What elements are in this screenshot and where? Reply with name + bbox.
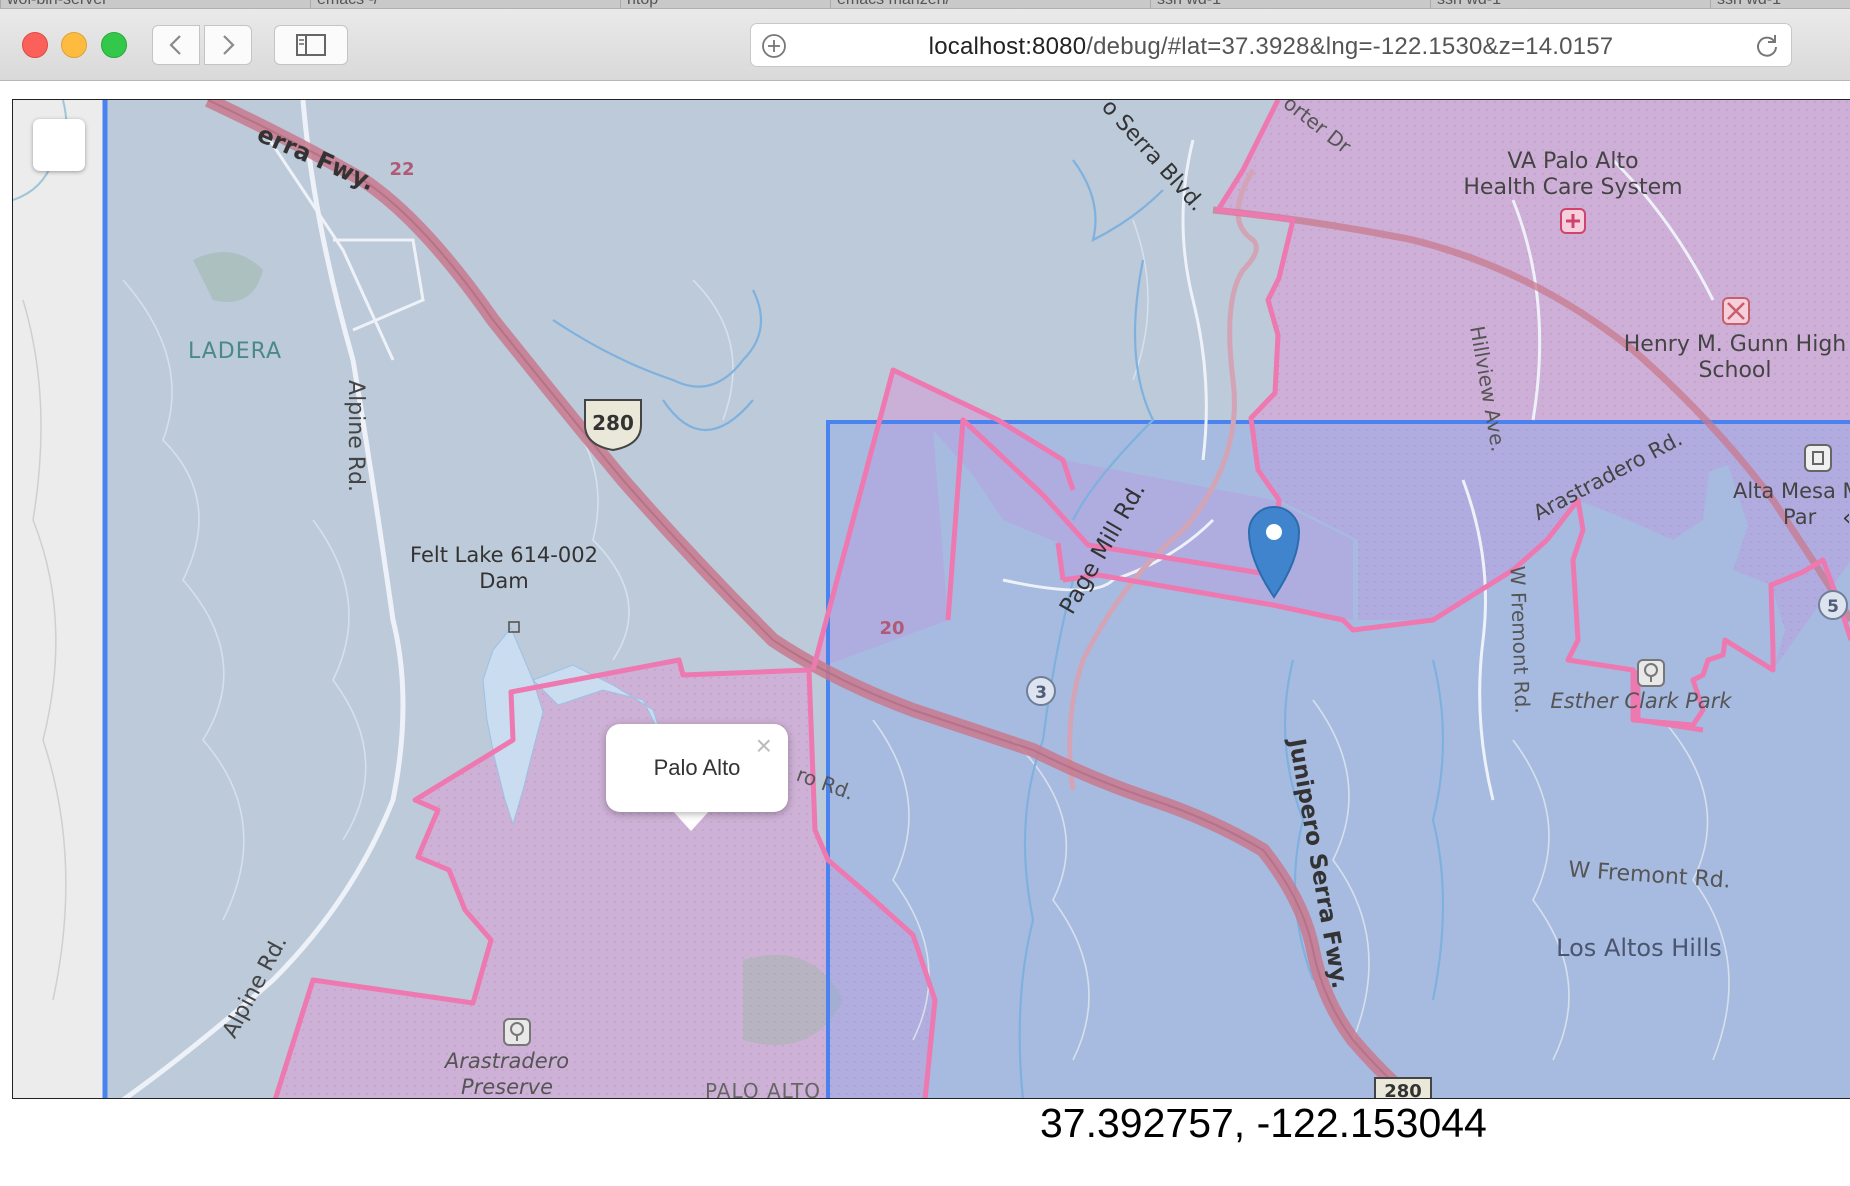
chevron-left-icon bbox=[169, 35, 181, 55]
hospital-icon bbox=[1560, 208, 1586, 234]
map-canvas[interactable]: 280 280 3 5 erra Fwy. 22 LADERA Alpine R… bbox=[13, 100, 1850, 1099]
i280-label-bottom: 280 bbox=[1384, 1081, 1422, 1099]
region-popup[interactable]: Palo Alto × bbox=[606, 724, 788, 812]
los-altos-hills-label: Los Altos Hills bbox=[1556, 934, 1722, 962]
alta-mesa-arrow: ‹ bbox=[1842, 506, 1850, 531]
tab-wol-bin-server[interactable]: wol-bin-server bbox=[0, 0, 107, 8]
url-text[interactable]: localhost:8080/debug/#lat=37.3928&lng=-1… bbox=[751, 33, 1791, 61]
park-icon-arastradero bbox=[503, 1018, 531, 1046]
route-22-label: 22 bbox=[389, 159, 414, 180]
address-bar[interactable]: localhost:8080/debug/#lat=37.3928&lng=-1… bbox=[750, 23, 1792, 67]
i280-label-top: 280 bbox=[592, 411, 634, 435]
gunn-high-label-1: Henry M. Gunn High bbox=[1624, 332, 1846, 357]
close-window-button[interactable] bbox=[22, 32, 48, 58]
popup-pointer bbox=[671, 809, 711, 831]
alpine-rd-top-label: Alpine Rd. bbox=[343, 380, 368, 492]
outside-land bbox=[13, 100, 105, 1098]
alta-mesa-label-1: Alta Mesa Me bbox=[1733, 479, 1850, 503]
chevron-right-icon bbox=[223, 35, 235, 55]
close-icon[interactable]: × bbox=[756, 732, 772, 760]
tab-ssh-1[interactable]: ssh wd-1 bbox=[1150, 0, 1221, 8]
esther-clark-park-label: Esther Clark Park bbox=[1550, 689, 1732, 713]
palo-alto-bottom-label: PALO ALTO bbox=[705, 1079, 821, 1099]
ladera-label: LADERA bbox=[188, 339, 282, 364]
route-5-label: 5 bbox=[1827, 597, 1839, 617]
park-icon-esther-clark bbox=[1637, 659, 1665, 687]
tab-emacs-manzen[interactable]: emacs manzen/ bbox=[830, 0, 950, 8]
tab-htop[interactable]: htop bbox=[620, 0, 658, 8]
va-palo-alto-label-2: Health Care System bbox=[1463, 175, 1682, 200]
url-path: /debug/#lat=37.3928&lng=-122.1530&z=14.0… bbox=[1086, 33, 1614, 60]
back-button[interactable] bbox=[152, 25, 200, 65]
map-control-box[interactable] bbox=[33, 119, 85, 171]
va-palo-alto-label-1: VA Palo Alto bbox=[1507, 149, 1638, 174]
park-icon-alta-mesa bbox=[1804, 444, 1832, 472]
route-3-label: 3 bbox=[1035, 683, 1047, 703]
sidebar-toggle-button[interactable] bbox=[274, 25, 348, 65]
browser-toolbar: wol-bin-server emacs -/ htop emacs manze… bbox=[0, 0, 1850, 81]
felt-lake-label-2: Dam bbox=[479, 569, 529, 593]
alta-mesa-label-2: Par bbox=[1783, 505, 1817, 529]
tab-strip: wol-bin-server emacs -/ htop emacs manze… bbox=[0, 0, 1850, 9]
url-host: localhost:8080 bbox=[928, 33, 1087, 60]
minimize-window-button[interactable] bbox=[61, 32, 87, 58]
school-icon bbox=[1722, 297, 1750, 325]
reload-icon[interactable] bbox=[1753, 32, 1781, 60]
forward-button[interactable] bbox=[204, 25, 252, 65]
gunn-high-label-2: School bbox=[1698, 358, 1771, 383]
maximize-window-button[interactable] bbox=[101, 32, 127, 58]
tab-ssh-2[interactable]: ssh wd-1 bbox=[1430, 0, 1501, 8]
arastradero-preserve-label-2: Preserve bbox=[461, 1075, 553, 1099]
arastradero-preserve-label-1: Arastradero bbox=[443, 1049, 569, 1073]
map-view[interactable]: 280 280 3 5 erra Fwy. 22 LADERA Alpine R… bbox=[12, 99, 1850, 1099]
coordinates-readout: 37.392757, -122.153044 bbox=[1040, 1100, 1487, 1146]
tab-emacs[interactable]: emacs -/ bbox=[310, 0, 378, 8]
felt-lake-label-1: Felt Lake 614-002 bbox=[410, 543, 598, 567]
route-20-label: 20 bbox=[879, 618, 904, 639]
tab-ssh-3[interactable]: ssh wd-1 bbox=[1710, 0, 1781, 8]
query-bbox-fill bbox=[828, 422, 1850, 1098]
sidebar-icon bbox=[296, 34, 326, 56]
